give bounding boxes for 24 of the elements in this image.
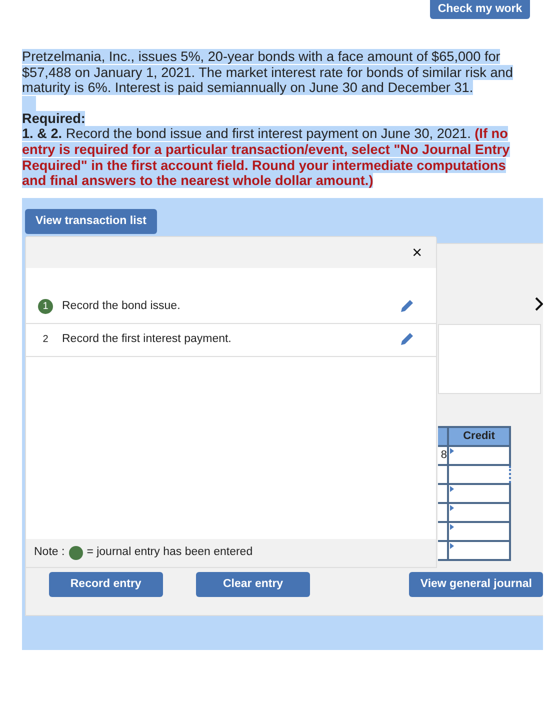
pencil-icon[interactable] <box>400 299 414 314</box>
item-number: 1 <box>38 299 53 314</box>
transaction-item[interactable]: 2 Record the first interest payment. <box>26 324 436 357</box>
chevron-right-icon[interactable] <box>535 297 543 311</box>
transaction-item[interactable]: 1 Record the bond issue. <box>26 290 436 324</box>
clear-entry-button[interactable]: Clear entry <box>196 572 310 597</box>
close-button[interactable]: × <box>412 244 422 261</box>
check-my-work-button[interactable]: Check my work <box>430 0 530 19</box>
column-header: Credit <box>448 426 510 446</box>
entered-dot-icon <box>68 546 83 560</box>
view-transaction-list-button[interactable]: View transaction list <box>25 208 157 234</box>
transaction-text: Record the first interest payment. <box>62 332 232 348</box>
required-label: Required: <box>22 110 86 126</box>
note-label: Note : <box>34 545 65 560</box>
note-text: = journal entry has been entered <box>86 545 253 560</box>
pencil-icon[interactable] <box>400 332 414 346</box>
item-number: 2 <box>42 333 50 348</box>
record-entry-button[interactable]: Record entry <box>49 572 163 597</box>
problem-text: Pretzelmania, Inc., issues 5%, 20-year bonds with a face amount of $65,000 for $57,488 on January 1, 2021. The market interest rate for bonds of similar risk and maturity is 6%. Interest is paid semiannually on June 30 and December 31. <box>22 49 514 96</box>
selection-highlight <box>22 96 36 111</box>
credit-field[interactable] <box>448 484 510 503</box>
transaction-text: Record the bond issue. <box>62 299 180 314</box>
view-general-journal-button[interactable]: View general journal <box>409 572 543 597</box>
instruction-text: 1. & 2. Record the bond issue and first interest payment on June 30, 2021. (If no entry is required for a particular transaction/event, select "No Journal Entry Required" in the first account field. Round your intermediate computations and final answers to the nearest whole dollar amount.) <box>22 126 511 189</box>
